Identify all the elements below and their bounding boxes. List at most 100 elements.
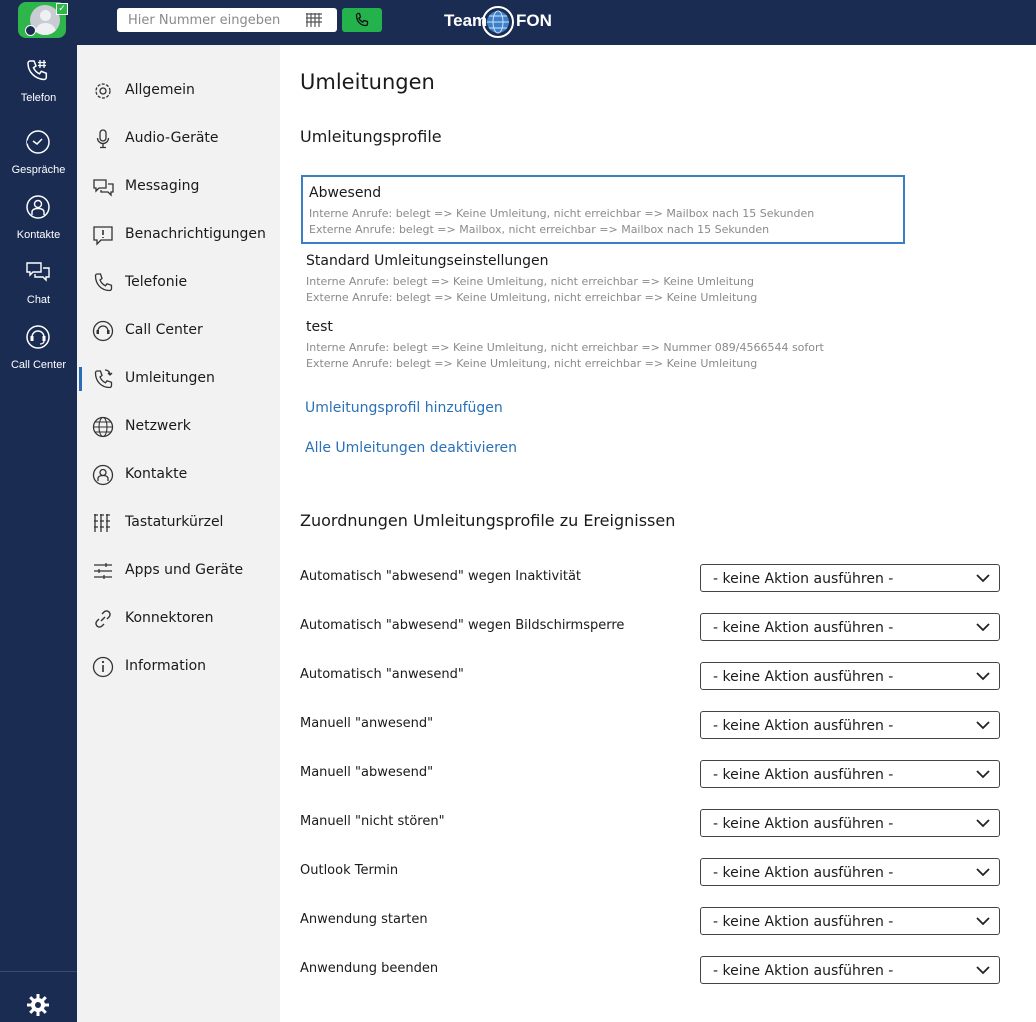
number-input[interactable] bbox=[117, 8, 297, 32]
select-value: - keine Aktion ausführen - bbox=[713, 571, 894, 587]
nav-item-call-center[interactable]: Call Center bbox=[77, 313, 280, 349]
profile-external-rule: Externe Anrufe: belegt => Mailbox, nicht… bbox=[309, 223, 770, 236]
nav-item-konnektoren[interactable]: Konnektoren bbox=[77, 601, 280, 637]
mapping-select[interactable]: - keine Aktion ausführen - bbox=[700, 907, 1000, 935]
rail-item-telefon[interactable]: Telefon bbox=[0, 57, 77, 117]
nav-label: Apps und Geräte bbox=[125, 562, 244, 578]
select-value: - keine Aktion ausführen - bbox=[713, 914, 894, 930]
mapping-label: Automatisch "abwesend" wegen Bildschirms… bbox=[300, 618, 625, 633]
nav-label: Allgemein bbox=[125, 82, 195, 98]
nav-label: Audio-Geräte bbox=[125, 130, 219, 146]
chevron-down-icon bbox=[976, 966, 990, 975]
chevron-down-icon bbox=[976, 868, 990, 877]
select-value: - keine Aktion ausführen - bbox=[713, 816, 894, 832]
select-value: - keine Aktion ausführen - bbox=[713, 669, 894, 685]
profile-item-abwesend[interactable]: Abwesend Interne Anrufe: belegt => Keine… bbox=[301, 175, 905, 244]
chevron-down-icon bbox=[976, 623, 990, 632]
rail-divider bbox=[0, 971, 77, 972]
chevron-down-icon bbox=[976, 721, 990, 730]
nav-label: Messaging bbox=[125, 178, 200, 194]
rail-item-call-center[interactable]: Call Center bbox=[0, 324, 77, 384]
deactivate-all-link[interactable]: Alle Umleitungen deaktivieren bbox=[305, 440, 517, 456]
nav-label: Netzwerk bbox=[125, 418, 191, 434]
mapping-label: Anwendung starten bbox=[300, 912, 428, 927]
call-button[interactable] bbox=[342, 8, 382, 32]
nav-item-tastaturkuerzel[interactable]: Tastaturkürzel bbox=[77, 505, 280, 541]
profile-internal-rule: Interne Anrufe: belegt => Keine Umleitun… bbox=[306, 275, 754, 288]
mapping-select[interactable]: - keine Aktion ausführen - bbox=[700, 760, 1000, 788]
status-indicator-icon bbox=[25, 25, 36, 36]
rail-label: Gespräche bbox=[11, 164, 66, 176]
nav-label: Benachrichtigungen bbox=[125, 226, 266, 242]
chat-icon bbox=[26, 262, 50, 282]
microphone-icon bbox=[96, 129, 110, 149]
nav-item-allgemein[interactable]: Allgemein bbox=[77, 73, 280, 109]
mapping-select[interactable]: - keine Aktion ausführen - bbox=[700, 711, 1000, 739]
headset-icon bbox=[26, 325, 50, 349]
nav-item-audio-geraete[interactable]: Audio-Geräte bbox=[77, 121, 280, 157]
settings-nav: Allgemein Audio-Geräte Messaging Benachr… bbox=[77, 45, 280, 1022]
rail-item-gespraeche[interactable]: Gespräche bbox=[0, 129, 77, 189]
select-value: - keine Aktion ausführen - bbox=[713, 963, 894, 979]
profile-item-standard[interactable]: Standard Umleitungseinstellungen Interne… bbox=[301, 245, 905, 314]
top-bar: ✓ Team FON bbox=[0, 0, 1036, 45]
nav-item-kontakte[interactable]: Kontakte bbox=[77, 457, 280, 493]
mapping-label: Outlook Termin bbox=[300, 863, 399, 878]
rail-label: Kontakte bbox=[16, 229, 61, 241]
nav-item-umleitungen[interactable]: Umleitungen bbox=[77, 361, 280, 397]
main-rail: Telefon Gespräche Kontakte Chat Call Cen… bbox=[0, 45, 77, 1022]
profile-name: Abwesend bbox=[309, 185, 382, 201]
main-content: Umleitungen Umleitungsprofile Abwesend I… bbox=[280, 45, 1036, 1022]
mapping-row: Automatisch "abwesend" wegen Bildschirms… bbox=[280, 613, 1036, 643]
profile-internal-rule: Interne Anrufe: belegt => Keine Umleitun… bbox=[306, 341, 824, 354]
profile-external-rule: Externe Anrufe: belegt => Keine Umleitun… bbox=[306, 357, 758, 370]
phone-hash-icon bbox=[27, 60, 48, 81]
rail-label: Telefon bbox=[20, 92, 57, 104]
select-value: - keine Aktion ausführen - bbox=[713, 865, 894, 881]
network-globe-icon bbox=[92, 416, 114, 438]
teamfon-logo: Team FON bbox=[444, 5, 552, 39]
mapping-label: Automatisch "anwesend" bbox=[300, 667, 464, 682]
profiles-section-title: Umleitungsprofile bbox=[300, 127, 442, 146]
mapping-label: Manuell "abwesend" bbox=[300, 765, 434, 780]
nav-label: Konnektoren bbox=[125, 610, 214, 626]
nav-item-information[interactable]: Information bbox=[77, 649, 280, 685]
mapping-label: Anwendung beenden bbox=[300, 961, 439, 976]
rail-label: Chat bbox=[26, 294, 51, 306]
chevron-down-icon bbox=[976, 819, 990, 828]
nav-item-netzwerk[interactable]: Netzwerk bbox=[77, 409, 280, 445]
add-profile-link[interactable]: Umleitungsprofil hinzufügen bbox=[305, 400, 503, 416]
nav-item-telefonie[interactable]: Telefonie bbox=[77, 265, 280, 301]
settings-gear-icon[interactable] bbox=[26, 993, 50, 1017]
mapping-label: Automatisch "abwesend" wegen Inaktivität bbox=[300, 569, 582, 584]
contact-icon bbox=[92, 464, 114, 486]
contact-icon bbox=[26, 195, 50, 219]
logo-text-fon: FON bbox=[516, 11, 552, 30]
nav-item-benachrichtigungen[interactable]: Benachrichtigungen bbox=[77, 217, 280, 253]
avatar[interactable]: ✓ bbox=[18, 2, 68, 38]
profile-item-test[interactable]: test Interne Anrufe: belegt => Keine Uml… bbox=[301, 311, 905, 380]
messaging-icon bbox=[93, 179, 114, 197]
rail-item-chat[interactable]: Chat bbox=[0, 259, 77, 319]
chevron-down-icon bbox=[976, 574, 990, 583]
mapping-select[interactable]: - keine Aktion ausführen - bbox=[700, 662, 1000, 690]
nav-item-messaging[interactable]: Messaging bbox=[77, 169, 280, 205]
nav-label: Information bbox=[125, 658, 207, 674]
mapping-select[interactable]: - keine Aktion ausführen - bbox=[700, 858, 1000, 886]
mapping-select[interactable]: - keine Aktion ausführen - bbox=[700, 613, 1000, 641]
keypad-icon bbox=[94, 514, 110, 532]
nav-label: Call Center bbox=[125, 322, 203, 338]
number-search-box bbox=[117, 8, 337, 32]
nav-label: Umleitungen bbox=[125, 370, 215, 386]
mapping-select[interactable]: - keine Aktion ausführen - bbox=[700, 956, 1000, 984]
rail-label: Call Center bbox=[10, 359, 67, 371]
mapping-select[interactable]: - keine Aktion ausführen - bbox=[700, 809, 1000, 837]
call-forward-icon bbox=[94, 369, 113, 389]
mapping-row: Automatisch "abwesend" wegen Inaktivität… bbox=[280, 564, 1036, 594]
nav-item-apps-und-geraete[interactable]: Apps und Geräte bbox=[77, 553, 280, 589]
rail-item-kontakte[interactable]: Kontakte bbox=[0, 194, 77, 254]
mapping-row: Automatisch "anwesend" - keine Aktion au… bbox=[280, 662, 1036, 692]
keypad-icon[interactable] bbox=[305, 12, 323, 28]
mapping-select[interactable]: - keine Aktion ausführen - bbox=[700, 564, 1000, 592]
nav-label: Tastaturkürzel bbox=[125, 514, 224, 530]
